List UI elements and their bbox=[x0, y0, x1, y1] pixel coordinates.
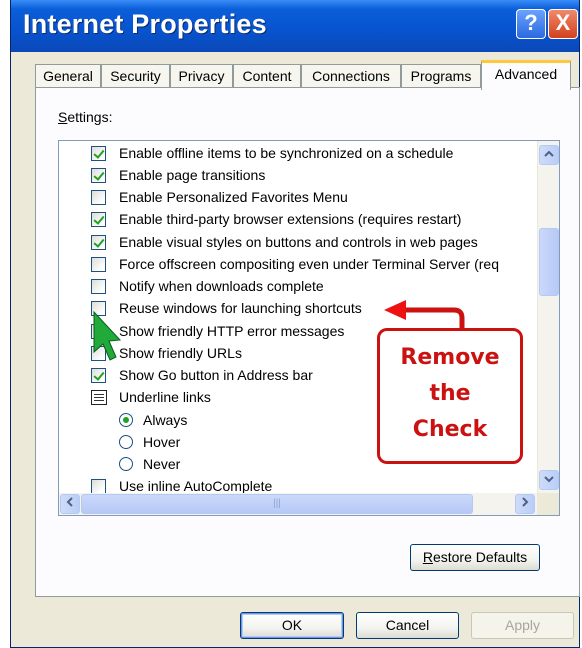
chevron-left-icon bbox=[66, 497, 73, 507]
checkbox[interactable] bbox=[91, 212, 106, 227]
vertical-scrollbar[interactable] bbox=[537, 141, 559, 493]
setting-label: Enable Personalized Favorites Menu bbox=[119, 189, 348, 205]
tab-connections[interactable]: Connections bbox=[301, 64, 401, 88]
setting-label: Notify when downloads complete bbox=[119, 278, 324, 294]
chevron-right-icon bbox=[522, 497, 529, 507]
radio-label: Hover bbox=[143, 434, 181, 450]
scroll-down-button[interactable] bbox=[539, 470, 559, 490]
checkbox[interactable] bbox=[91, 346, 106, 361]
checkbox[interactable] bbox=[91, 168, 106, 183]
close-button[interactable]: X bbox=[548, 9, 578, 39]
setting-label: Enable third-party browser extensions (r… bbox=[119, 211, 462, 227]
tab-advanced[interactable]: Advanced bbox=[481, 60, 571, 90]
title-bar[interactable]: Internet Properties ? X bbox=[11, 0, 579, 52]
setting-third-party-extensions[interactable]: Enable third-party browser extensions (r… bbox=[91, 209, 541, 231]
horizontal-scroll-thumb[interactable]: ||| bbox=[81, 494, 473, 514]
setting-page-transitions[interactable]: Enable page transitions bbox=[91, 165, 541, 187]
setting-personalized-favorites[interactable]: Enable Personalized Favorites Menu bbox=[91, 187, 541, 209]
restore-defaults-button[interactable]: Restore Defaults bbox=[410, 544, 540, 571]
checkbox[interactable] bbox=[91, 257, 106, 272]
checkbox[interactable] bbox=[91, 301, 106, 316]
radio-button[interactable] bbox=[119, 435, 133, 449]
setting-label: Show friendly URLs bbox=[119, 345, 242, 361]
setting-reuse-windows[interactable]: Reuse windows for launching shortcuts bbox=[91, 298, 541, 320]
checkbox[interactable] bbox=[91, 190, 106, 205]
callout-line: the bbox=[429, 381, 471, 406]
callout-line: Remove bbox=[400, 345, 500, 370]
setting-label: Enable page transitions bbox=[119, 167, 266, 183]
setting-label: Show friendly HTTP error messages bbox=[119, 323, 345, 339]
checkbox[interactable] bbox=[91, 279, 106, 294]
group-label: Underline links bbox=[119, 389, 211, 405]
tab-general[interactable]: General bbox=[35, 64, 101, 88]
horizontal-scrollbar[interactable]: ||| bbox=[59, 493, 537, 515]
setting-label: Enable offline items to be synchronized … bbox=[119, 145, 454, 161]
cancel-button[interactable]: Cancel bbox=[356, 612, 459, 639]
setting-label: Use inline AutoComplete bbox=[119, 478, 273, 493]
setting-label: Reuse windows for launching shortcuts bbox=[119, 300, 362, 316]
setting-label: Force offscreen compositing even under T… bbox=[119, 256, 499, 272]
radio-label: Always bbox=[143, 412, 188, 428]
scroll-left-button[interactable] bbox=[60, 494, 80, 514]
setting-offline-sync[interactable]: Enable offline items to be synchronized … bbox=[91, 143, 541, 165]
checkbox[interactable] bbox=[91, 368, 106, 383]
window-title: Internet Properties bbox=[23, 9, 267, 39]
scrollbar-corner bbox=[537, 493, 559, 515]
setting-label: Show Go button in Address bar bbox=[119, 367, 313, 383]
tab-programs[interactable]: Programs bbox=[401, 64, 481, 88]
scroll-up-button[interactable] bbox=[539, 145, 559, 165]
scroll-right-button[interactable] bbox=[515, 494, 535, 514]
radio-button[interactable] bbox=[119, 457, 133, 471]
tab-privacy[interactable]: Privacy bbox=[170, 64, 233, 88]
setting-visual-styles[interactable]: Enable visual styles on buttons and cont… bbox=[91, 232, 541, 254]
ok-button[interactable]: OK bbox=[240, 612, 344, 639]
annotation-callout: Remove the Check bbox=[377, 328, 523, 464]
tab-content[interactable]: Content bbox=[233, 64, 301, 88]
radio-button[interactable] bbox=[119, 413, 133, 427]
vertical-scroll-thumb[interactable] bbox=[539, 228, 559, 296]
apply-button[interactable]: Apply bbox=[471, 612, 574, 639]
callout-line: Check bbox=[412, 417, 488, 442]
internet-properties-window: Internet Properties ? X General Security… bbox=[10, 0, 580, 648]
help-button[interactable]: ? bbox=[516, 9, 546, 39]
setting-offscreen-compositing[interactable]: Force offscreen compositing even under T… bbox=[91, 254, 541, 276]
checkbox[interactable] bbox=[91, 324, 106, 339]
checkbox[interactable] bbox=[91, 146, 106, 161]
setting-label: Enable visual styles on buttons and cont… bbox=[119, 234, 478, 250]
setting-notify-downloads[interactable]: Notify when downloads complete bbox=[91, 276, 541, 298]
settings-label: Settings: bbox=[58, 109, 113, 125]
chevron-up-icon bbox=[544, 150, 554, 157]
chevron-down-icon bbox=[544, 476, 554, 483]
settings-group-icon bbox=[91, 390, 107, 405]
checkbox[interactable] bbox=[91, 479, 106, 493]
checkbox[interactable] bbox=[91, 235, 106, 250]
tab-security[interactable]: Security bbox=[101, 64, 170, 88]
radio-label: Never bbox=[143, 456, 181, 472]
setting-inline-autocomplete[interactable]: Use inline AutoComplete bbox=[91, 476, 541, 493]
